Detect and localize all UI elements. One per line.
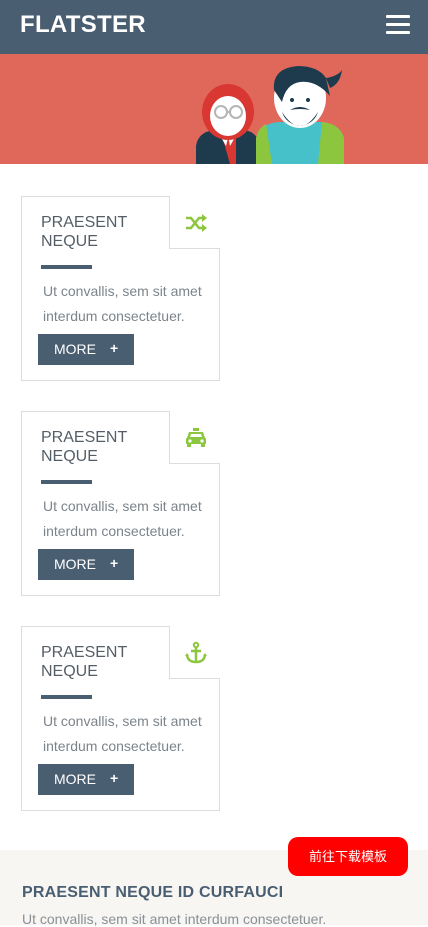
top-navbar: FLATSTER <box>0 0 428 54</box>
more-button-label: MORE <box>54 771 96 787</box>
more-button[interactable]: MORE + <box>38 549 134 580</box>
card-description: Ut convallis, sem sit amet interdum cons… <box>43 283 202 324</box>
plus-icon: + <box>110 555 119 571</box>
plus-icon: + <box>110 770 119 786</box>
card-divider <box>41 695 92 699</box>
more-button[interactable]: MORE + <box>38 334 134 365</box>
card-title: PRAESENT NEQUE <box>41 214 127 250</box>
hero-banner <box>0 54 428 164</box>
shuffle-icon <box>184 211 208 235</box>
card-title: PRAESENT NEQUE <box>41 429 127 465</box>
feature-card-2: PRAESENT NEQUE Ut convallis, sem sit ame… <box>21 411 220 596</box>
more-button[interactable]: MORE + <box>38 764 134 795</box>
anchor-icon <box>184 641 208 665</box>
card-description: Ut convallis, sem sit amet interdum cons… <box>43 498 202 539</box>
feature-card-3: PRAESENT NEQUE Ut convallis, sem sit ame… <box>21 626 220 811</box>
card-divider <box>41 265 92 269</box>
card-title: PRAESENT NEQUE <box>41 644 127 680</box>
brand-logo[interactable]: FLATSTER <box>20 11 146 39</box>
taxi-icon <box>184 426 208 450</box>
hero-illustration <box>196 66 344 164</box>
section-title: PRAESENT NEQUE ID CURFAUCI <box>22 884 284 901</box>
hamburger-menu-icon[interactable] <box>386 13 410 35</box>
card-description: Ut convallis, sem sit amet interdum cons… <box>43 713 202 754</box>
download-template-button[interactable]: 前往下载模板 <box>288 837 408 876</box>
more-button-label: MORE <box>54 341 96 357</box>
more-button-label: MORE <box>54 556 96 572</box>
plus-icon: + <box>110 340 119 356</box>
feature-card-1: PRAESENT NEQUE Ut convallis, sem sit ame… <box>21 196 220 381</box>
card-divider <box>41 480 92 484</box>
